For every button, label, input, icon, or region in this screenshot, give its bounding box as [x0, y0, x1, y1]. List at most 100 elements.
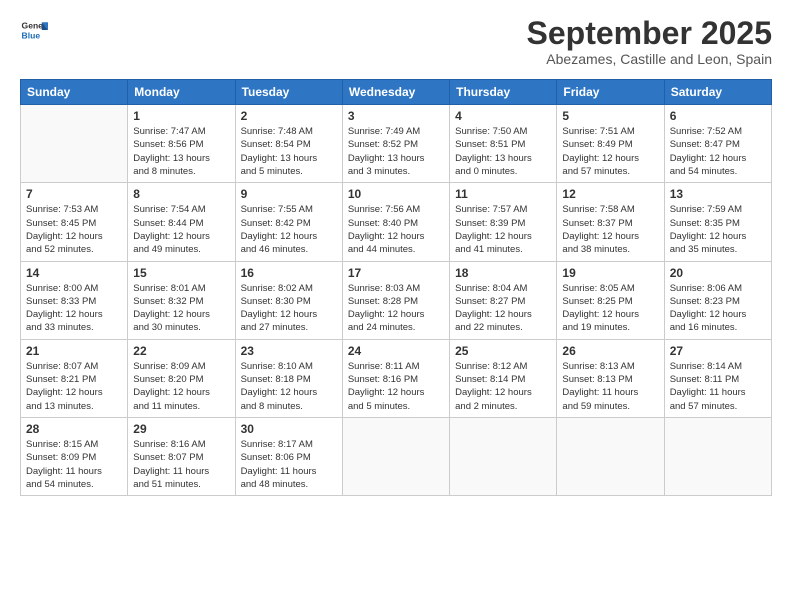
calendar-subtitle: Abezames, Castille and Leon, Spain [527, 51, 772, 67]
header-friday: Friday [557, 80, 664, 105]
header-thursday: Thursday [450, 80, 557, 105]
day-info: Sunrise: 7:55 AM Sunset: 8:42 PM Dayligh… [241, 203, 337, 256]
logo-icon: General Blue [20, 16, 48, 44]
calendar-cell: 21 Sunrise: 8:07 AM Sunset: 8:21 PM Dayli… [21, 339, 128, 417]
day-info: Sunrise: 7:59 AM Sunset: 8:35 PM Dayligh… [670, 203, 766, 256]
day-info: Sunrise: 8:00 AM Sunset: 8:33 PM Dayligh… [26, 282, 122, 335]
header-saturday: Saturday [664, 80, 771, 105]
day-number: 13 [670, 187, 766, 201]
day-number: 6 [670, 109, 766, 123]
day-info: Sunrise: 8:15 AM Sunset: 8:09 PM Dayligh… [26, 438, 122, 491]
calendar-cell: 30 Sunrise: 8:17 AM Sunset: 8:06 PM Dayli… [235, 417, 342, 495]
calendar-week-row: 28 Sunrise: 8:15 AM Sunset: 8:09 PM Dayli… [21, 417, 772, 495]
calendar-cell: 4 Sunrise: 7:50 AM Sunset: 8:51 PM Daylig… [450, 105, 557, 183]
header: General Blue September 2025 Abezames, Ca… [20, 16, 772, 67]
calendar-week-row: 1 Sunrise: 7:47 AM Sunset: 8:56 PM Daylig… [21, 105, 772, 183]
day-number: 21 [26, 344, 122, 358]
day-info: Sunrise: 7:58 AM Sunset: 8:37 PM Dayligh… [562, 203, 658, 256]
day-info: Sunrise: 7:57 AM Sunset: 8:39 PM Dayligh… [455, 203, 551, 256]
day-number: 16 [241, 266, 337, 280]
day-info: Sunrise: 7:54 AM Sunset: 8:44 PM Dayligh… [133, 203, 229, 256]
calendar-cell: 3 Sunrise: 7:49 AM Sunset: 8:52 PM Daylig… [342, 105, 449, 183]
day-number: 3 [348, 109, 444, 123]
day-number: 10 [348, 187, 444, 201]
calendar-cell [557, 417, 664, 495]
day-number: 15 [133, 266, 229, 280]
calendar-cell: 9 Sunrise: 7:55 AM Sunset: 8:42 PM Daylig… [235, 183, 342, 261]
day-number: 26 [562, 344, 658, 358]
day-info: Sunrise: 7:48 AM Sunset: 8:54 PM Dayligh… [241, 125, 337, 178]
day-info: Sunrise: 8:05 AM Sunset: 8:25 PM Dayligh… [562, 282, 658, 335]
calendar-cell: 6 Sunrise: 7:52 AM Sunset: 8:47 PM Daylig… [664, 105, 771, 183]
day-number: 25 [455, 344, 551, 358]
day-number: 28 [26, 422, 122, 436]
day-info: Sunrise: 7:52 AM Sunset: 8:47 PM Dayligh… [670, 125, 766, 178]
calendar-cell: 22 Sunrise: 8:09 AM Sunset: 8:20 PM Dayli… [128, 339, 235, 417]
day-info: Sunrise: 8:17 AM Sunset: 8:06 PM Dayligh… [241, 438, 337, 491]
day-info: Sunrise: 8:10 AM Sunset: 8:18 PM Dayligh… [241, 360, 337, 413]
day-number: 11 [455, 187, 551, 201]
calendar-cell: 10 Sunrise: 7:56 AM Sunset: 8:40 PM Dayli… [342, 183, 449, 261]
calendar-cell: 7 Sunrise: 7:53 AM Sunset: 8:45 PM Daylig… [21, 183, 128, 261]
calendar-cell [664, 417, 771, 495]
calendar-cell: 13 Sunrise: 7:59 AM Sunset: 8:35 PM Dayli… [664, 183, 771, 261]
day-number: 23 [241, 344, 337, 358]
calendar-cell: 18 Sunrise: 8:04 AM Sunset: 8:27 PM Dayli… [450, 261, 557, 339]
day-info: Sunrise: 8:06 AM Sunset: 8:23 PM Dayligh… [670, 282, 766, 335]
day-info: Sunrise: 7:49 AM Sunset: 8:52 PM Dayligh… [348, 125, 444, 178]
calendar-cell: 29 Sunrise: 8:16 AM Sunset: 8:07 PM Dayli… [128, 417, 235, 495]
calendar-cell: 20 Sunrise: 8:06 AM Sunset: 8:23 PM Dayli… [664, 261, 771, 339]
day-info: Sunrise: 8:11 AM Sunset: 8:16 PM Dayligh… [348, 360, 444, 413]
calendar-cell [21, 105, 128, 183]
day-number: 5 [562, 109, 658, 123]
day-number: 27 [670, 344, 766, 358]
day-number: 17 [348, 266, 444, 280]
day-number: 12 [562, 187, 658, 201]
day-number: 30 [241, 422, 337, 436]
calendar-cell: 15Sunrise: 8:01 AM Sunset: 8:32 PM Dayli… [128, 261, 235, 339]
day-info: Sunrise: 8:12 AM Sunset: 8:14 PM Dayligh… [455, 360, 551, 413]
calendar-cell: 8Sunrise: 7:54 AM Sunset: 8:44 PM Daylig… [128, 183, 235, 261]
calendar-week-row: 14 Sunrise: 8:00 AM Sunset: 8:33 PM Dayli… [21, 261, 772, 339]
day-number: 7 [26, 187, 122, 201]
day-info: Sunrise: 7:53 AM Sunset: 8:45 PM Dayligh… [26, 203, 122, 256]
calendar-cell [342, 417, 449, 495]
day-info: Sunrise: 8:03 AM Sunset: 8:28 PM Dayligh… [348, 282, 444, 335]
day-info: Sunrise: 7:50 AM Sunset: 8:51 PM Dayligh… [455, 125, 551, 178]
day-info: Sunrise: 8:13 AM Sunset: 8:13 PM Dayligh… [562, 360, 658, 413]
calendar-cell: 17 Sunrise: 8:03 AM Sunset: 8:28 PM Dayli… [342, 261, 449, 339]
header-wednesday: Wednesday [342, 80, 449, 105]
day-number: 22 [133, 344, 229, 358]
day-number: 9 [241, 187, 337, 201]
title-section: September 2025 Abezames, Castille and Le… [527, 16, 772, 67]
svg-text:Blue: Blue [22, 31, 41, 41]
day-number: 1 [133, 109, 229, 123]
day-number: 20 [670, 266, 766, 280]
day-number: 19 [562, 266, 658, 280]
calendar-cell [450, 417, 557, 495]
day-info: Sunrise: 8:16 AM Sunset: 8:07 PM Dayligh… [133, 438, 229, 491]
header-tuesday: Tuesday [235, 80, 342, 105]
day-number: 14 [26, 266, 122, 280]
day-info: Sunrise: 8:09 AM Sunset: 8:20 PM Dayligh… [133, 360, 229, 413]
day-number: 18 [455, 266, 551, 280]
header-monday: Monday [128, 80, 235, 105]
day-number: 24 [348, 344, 444, 358]
calendar-cell: 28 Sunrise: 8:15 AM Sunset: 8:09 PM Dayli… [21, 417, 128, 495]
calendar-table: Sunday Monday Tuesday Wednesday Thursday… [20, 79, 772, 496]
calendar-cell: 1 Sunrise: 7:47 AM Sunset: 8:56 PM Daylig… [128, 105, 235, 183]
day-info: Sunrise: 7:47 AM Sunset: 8:56 PM Dayligh… [133, 125, 229, 178]
header-sunday: Sunday [21, 80, 128, 105]
day-info: Sunrise: 8:07 AM Sunset: 8:21 PM Dayligh… [26, 360, 122, 413]
calendar-cell: 23 Sunrise: 8:10 AM Sunset: 8:18 PM Dayli… [235, 339, 342, 417]
logo: General Blue [20, 16, 48, 44]
day-number: 4 [455, 109, 551, 123]
day-info: Sunrise: 7:56 AM Sunset: 8:40 PM Dayligh… [348, 203, 444, 256]
calendar-cell: 27Sunrise: 8:14 AM Sunset: 8:11 PM Dayli… [664, 339, 771, 417]
day-info: Sunrise: 8:04 AM Sunset: 8:27 PM Dayligh… [455, 282, 551, 335]
day-info: Sunrise: 8:02 AM Sunset: 8:30 PM Dayligh… [241, 282, 337, 335]
calendar-week-row: 21 Sunrise: 8:07 AM Sunset: 8:21 PM Dayli… [21, 339, 772, 417]
calendar-cell: 25 Sunrise: 8:12 AM Sunset: 8:14 PM Dayli… [450, 339, 557, 417]
calendar-cell: 24 Sunrise: 8:11 AM Sunset: 8:16 PM Dayli… [342, 339, 449, 417]
day-number: 29 [133, 422, 229, 436]
